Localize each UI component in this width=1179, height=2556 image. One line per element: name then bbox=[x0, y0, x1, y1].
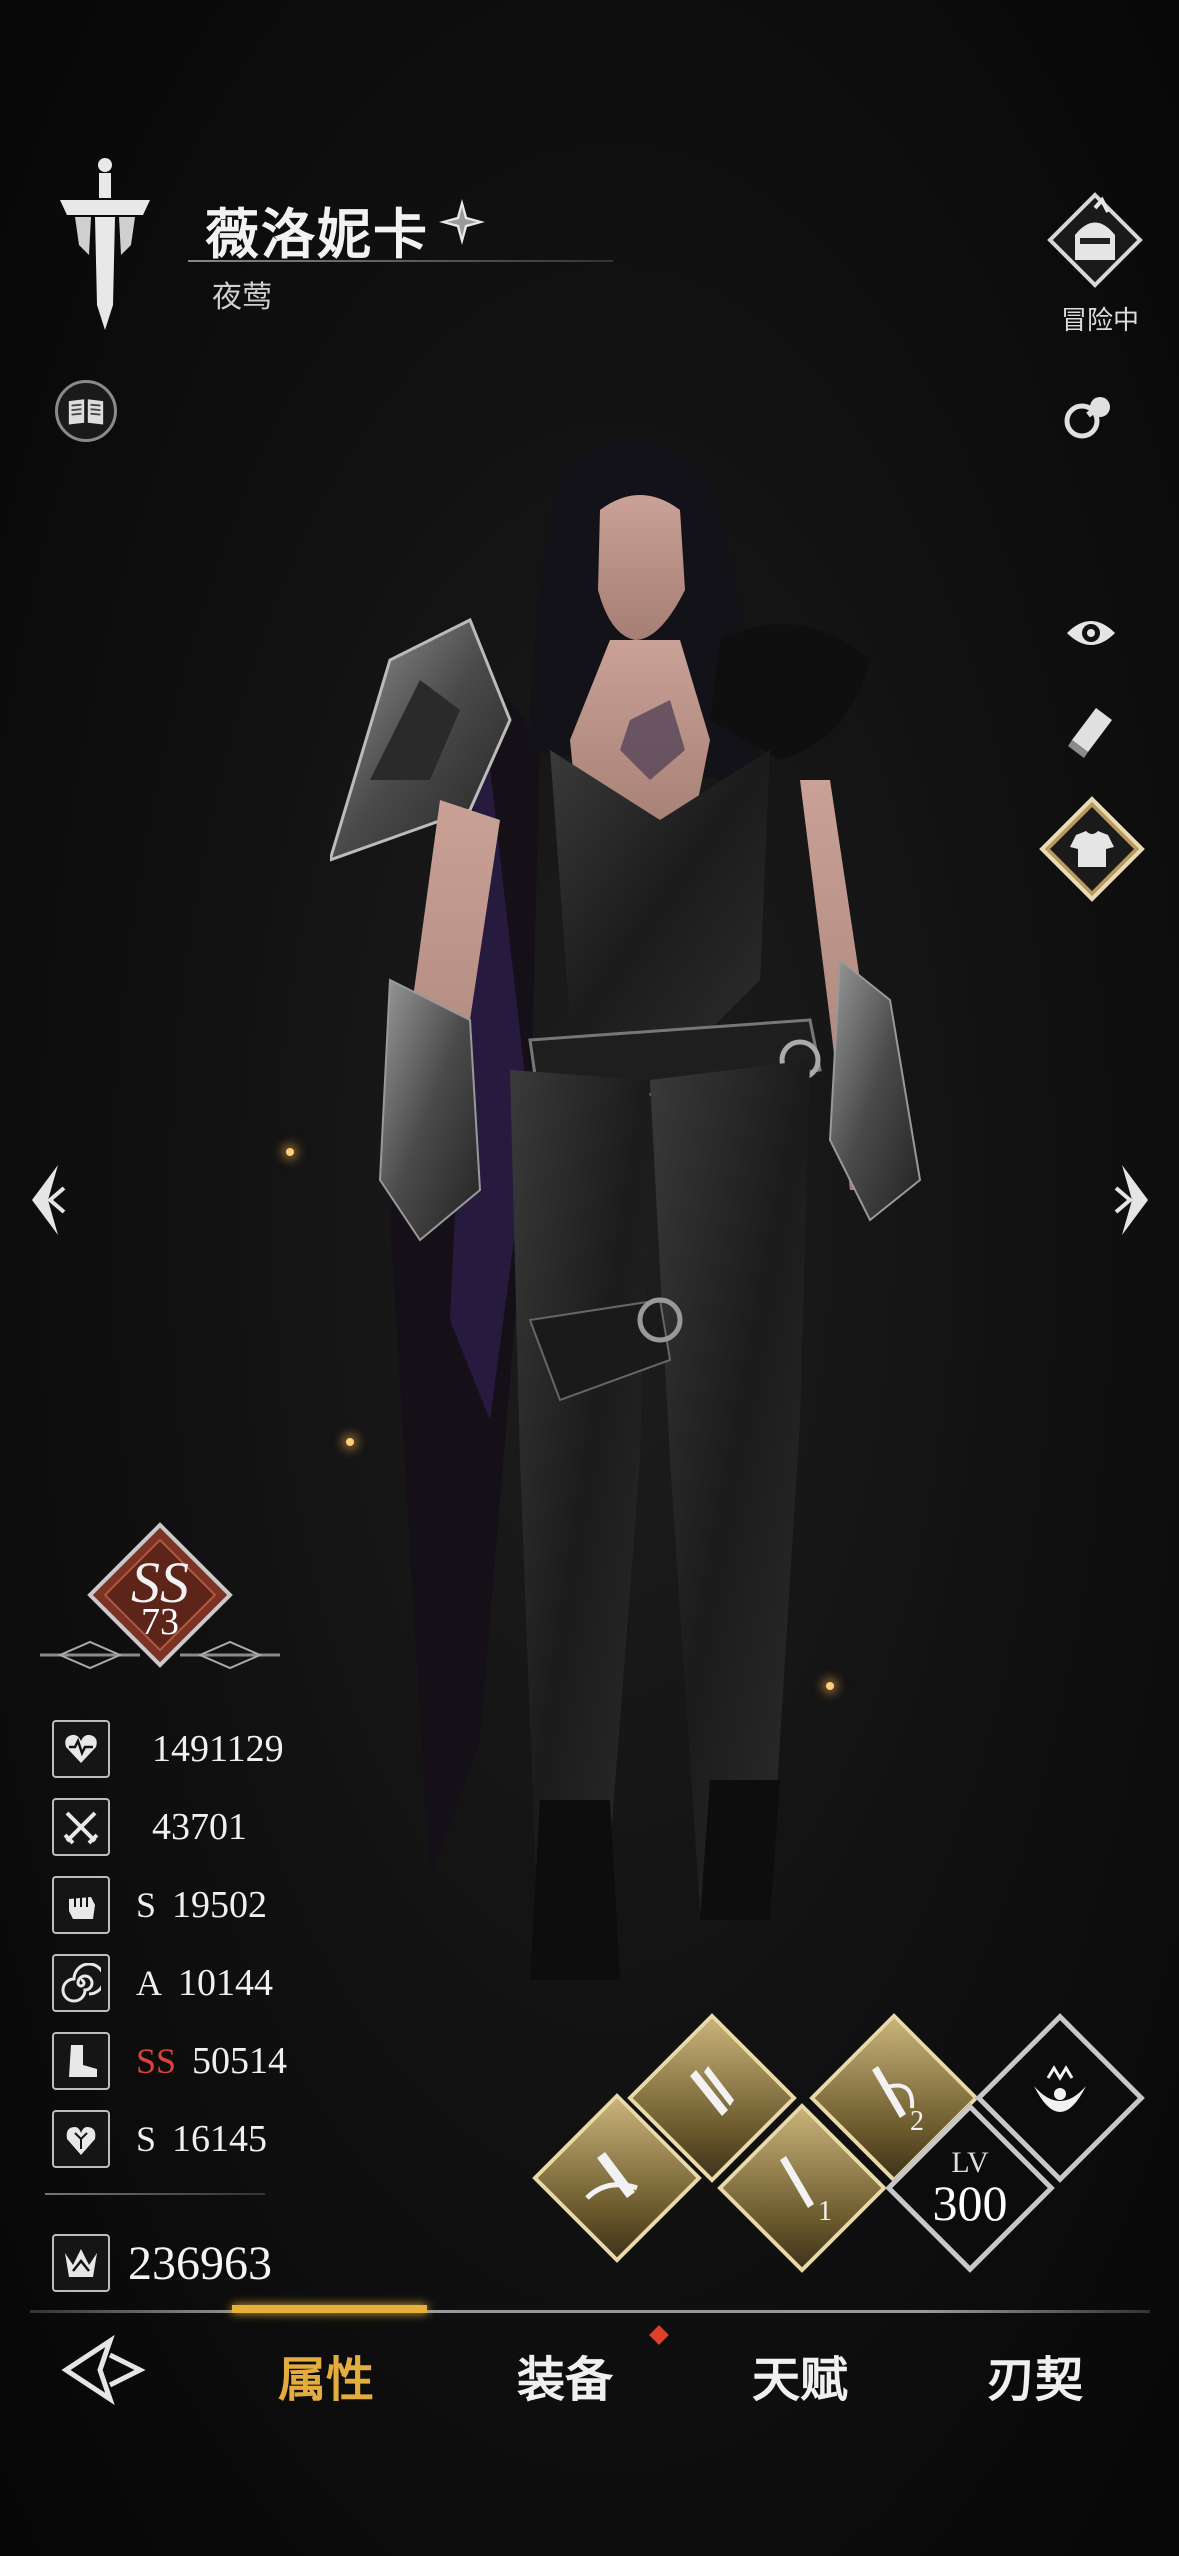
character-name: 薇洛妮卡 bbox=[205, 203, 429, 266]
back-button[interactable] bbox=[60, 2335, 150, 2405]
stat-value: 43701 bbox=[152, 1806, 247, 1848]
armored-heart-icon bbox=[52, 2110, 110, 2168]
swirl-icon bbox=[52, 1954, 110, 2012]
stat-value: 1491129 bbox=[152, 1728, 284, 1770]
codex-button[interactable] bbox=[55, 380, 117, 442]
tab-active-indicator bbox=[232, 2305, 427, 2313]
stat-grade: A bbox=[136, 1963, 162, 2003]
combat-power-value: 236963 bbox=[128, 2236, 272, 2290]
stat-grade: S bbox=[136, 2119, 157, 2159]
boot-icon bbox=[52, 2032, 110, 2090]
sword-icon: 1 bbox=[780, 2156, 832, 2227]
crossed-swords-icon bbox=[52, 1798, 110, 1856]
heart-icon bbox=[52, 1720, 110, 1778]
eye-icon[interactable] bbox=[1063, 605, 1119, 661]
fist-icon bbox=[52, 1876, 110, 1934]
pacifier-button[interactable] bbox=[1060, 385, 1122, 447]
name-underline bbox=[188, 260, 613, 262]
stat-grade: SS bbox=[136, 2041, 177, 2081]
stats-divider bbox=[45, 2193, 265, 2195]
svg-text:1: 1 bbox=[818, 2196, 832, 2227]
class-dagger-icon bbox=[60, 158, 150, 330]
stat-value: 16145 bbox=[172, 2118, 268, 2160]
stat-row-vitality: S 16145 bbox=[52, 2108, 267, 2170]
stat-value: 19502 bbox=[172, 1884, 268, 1926]
adventure-status-label: 冒险中 bbox=[1060, 306, 1139, 336]
eraser-icon[interactable] bbox=[1060, 700, 1120, 760]
tab-pact[interactable]: 刃契 bbox=[987, 2340, 1083, 2410]
rank-level: 73 bbox=[141, 1601, 179, 1643]
book-icon bbox=[68, 399, 104, 425]
stat-row-agility: SS 50514 bbox=[52, 2030, 287, 2092]
level-value: 300 bbox=[932, 2175, 1008, 2231]
next-character-arrow[interactable] bbox=[1110, 1160, 1160, 1240]
crescent-crown-icon bbox=[1034, 2065, 1086, 2112]
nav-divider bbox=[30, 2310, 1150, 2313]
star-icon bbox=[439, 199, 485, 245]
stat-row-hp: 1491129 bbox=[52, 1718, 284, 1780]
dagger-slash-icon bbox=[585, 2152, 638, 2200]
character-model[interactable] bbox=[330, 420, 970, 1980]
sword-arc-icon: 2 bbox=[872, 2066, 924, 2137]
stat-value: 10144 bbox=[178, 1962, 273, 2004]
notification-dot bbox=[649, 2325, 669, 2345]
ember-particle bbox=[286, 1148, 294, 1156]
stat-value: 50514 bbox=[192, 2040, 288, 2082]
tab-talent[interactable]: 天赋 bbox=[752, 2340, 848, 2410]
stat-grade: S bbox=[136, 1885, 157, 1925]
combat-power-row: 236963 bbox=[52, 2232, 272, 2294]
previous-character-arrow[interactable] bbox=[20, 1160, 70, 1240]
rank-badge: SS bbox=[40, 1522, 280, 1670]
tab-equipment[interactable]: 装备 bbox=[517, 2340, 613, 2410]
level-label: LV bbox=[951, 2146, 989, 2179]
outfit-button[interactable] bbox=[1038, 795, 1146, 903]
character-title: 夜莺 bbox=[212, 280, 272, 315]
tab-attributes[interactable]: 属性 bbox=[278, 2340, 374, 2410]
twin-daggers-icon bbox=[690, 2066, 734, 2116]
stat-row-attack: 43701 bbox=[52, 1796, 247, 1858]
stat-row-strength: S 19502 bbox=[52, 1874, 267, 1936]
stat-row-magic: A 10144 bbox=[52, 1952, 273, 2014]
crown-emblem-icon bbox=[52, 2234, 110, 2292]
